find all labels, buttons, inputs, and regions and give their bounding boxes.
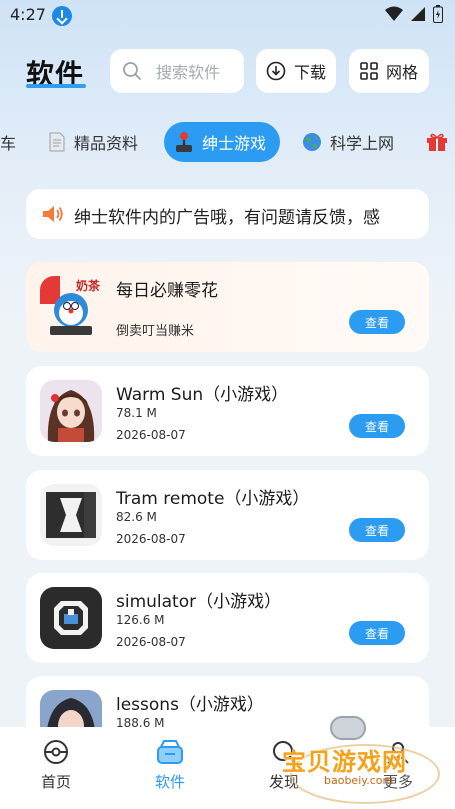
tab-jingpin-ziliao[interactable]: 精品资料	[48, 122, 138, 162]
nav-label: 软件	[154, 773, 185, 791]
item-name: Tram remote（小游戏）	[116, 489, 310, 509]
download-label: 下载	[293, 63, 326, 82]
bottom-navigation: 首页 软件 发现 更多	[0, 727, 455, 809]
list-item-ad[interactable]: 奶茶 每日必赚零花 倒卖叮当赚米 查看	[26, 262, 429, 352]
category-tabs: 神车 精品资料 绅士游戏 科学上网	[0, 122, 455, 162]
list-item[interactable]: simulator（小游戏） 126.6 M 2026-08-07 查看	[26, 573, 429, 663]
tab-label: 神车	[0, 134, 17, 153]
document-icon	[49, 132, 65, 152]
item-date: 2026-08-07	[116, 635, 186, 649]
system-icons	[385, 5, 443, 23]
nav-label: 发现	[268, 773, 299, 791]
app-icon-warm-sun	[40, 380, 102, 442]
speaker-icon	[43, 206, 63, 222]
download-icon	[266, 61, 286, 81]
tab-label: 科学上网	[330, 134, 395, 153]
item-date: 2026-08-07	[116, 532, 186, 546]
view-button[interactable]: 查看	[349, 621, 405, 645]
grid-view-button[interactable]: 网格	[349, 49, 429, 93]
view-button[interactable]: 查看	[349, 414, 405, 438]
joystick-icon	[176, 132, 192, 152]
app-icon-simulator	[40, 587, 102, 649]
download-notification-icon	[52, 6, 72, 26]
nav-more[interactable]: 更多	[363, 739, 433, 792]
nav-software[interactable]: 软件	[135, 739, 205, 792]
list-item[interactable]: Warm Sun（小游戏） 78.1 M 2026-08-07 查看	[26, 366, 429, 456]
gift-icon	[427, 133, 447, 151]
status-bar: 4:27	[0, 0, 455, 32]
nav-label: 更多	[382, 773, 413, 791]
item-size: 82.6 M	[116, 510, 157, 524]
item-name: lessons（小游戏）	[116, 695, 264, 715]
item-date: 2026-08-07	[116, 428, 186, 442]
grid-icon	[360, 62, 378, 80]
search-icon	[123, 62, 141, 80]
notice-banner[interactable]: 绅士软件内的广告哦，有问题请反馈，感	[26, 189, 429, 239]
download-button[interactable]: 下载	[256, 49, 336, 93]
app-icon-tram-remote	[40, 484, 102, 546]
globe-icon	[303, 133, 321, 151]
app-icon-ad: 奶茶	[40, 276, 102, 338]
tab-shenche[interactable]: 神车	[0, 122, 16, 162]
tab-kexue-shangwang[interactable]: 科学上网	[302, 122, 394, 162]
tab-label: 绅士游戏	[202, 134, 267, 153]
item-name: Warm Sun（小游戏）	[116, 385, 289, 405]
view-button[interactable]: 查看	[349, 518, 405, 542]
pokeball-icon	[44, 740, 68, 764]
item-name: simulator（小游戏）	[116, 592, 282, 612]
list-item[interactable]: Tram remote（小游戏） 82.6 M 2026-08-07 查看	[26, 470, 429, 560]
battery-icon	[433, 5, 443, 23]
item-size: 78.1 M	[116, 406, 157, 420]
app-icon-text: 奶茶	[75, 279, 100, 293]
nav-discover[interactable]: 发现	[249, 739, 319, 792]
discover-icon	[273, 741, 296, 764]
box-icon	[157, 740, 183, 764]
tab-label: 精品资料	[74, 134, 139, 153]
user-icon	[387, 742, 409, 764]
notice-text: 绅士软件内的广告哦，有问题请反馈，感	[74, 208, 380, 228]
item-subtitle: 倒卖叮当赚米	[116, 324, 195, 339]
search-placeholder: 搜索软件	[156, 63, 221, 82]
signal-icon	[411, 7, 425, 21]
grid-label: 网格	[385, 63, 418, 82]
nav-home[interactable]: 首页	[21, 739, 91, 792]
status-time: 4:27	[10, 5, 46, 24]
tab-shenshi-youxi[interactable]: 绅士游戏	[164, 122, 281, 162]
search-input[interactable]: 搜索软件	[110, 49, 244, 93]
item-size: 126.6 M	[116, 613, 165, 627]
view-button[interactable]: 查看	[349, 310, 405, 334]
item-name: 每日必赚零花	[116, 281, 218, 301]
title-underline	[26, 84, 86, 88]
nav-label: 首页	[40, 773, 71, 791]
wifi-icon	[385, 6, 403, 21]
tab-gift[interactable]	[426, 122, 448, 162]
